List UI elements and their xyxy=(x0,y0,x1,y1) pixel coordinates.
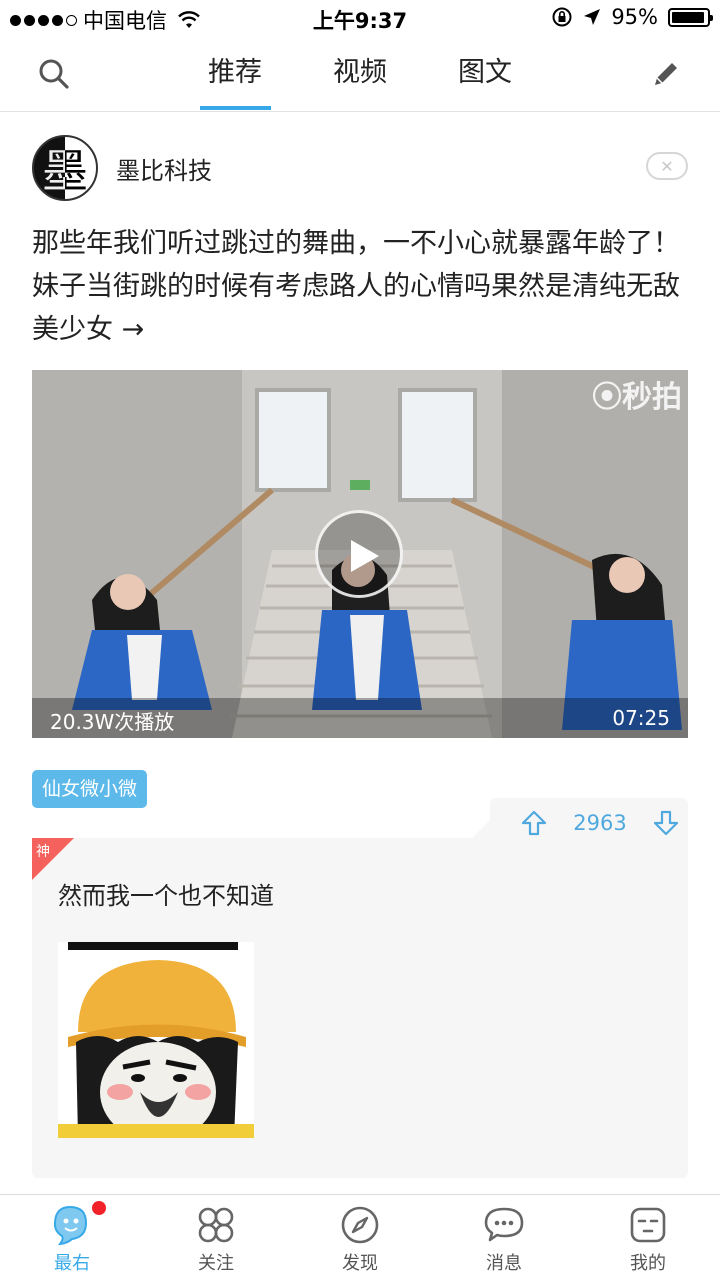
close-icon: ✕ xyxy=(660,156,674,176)
post-title[interactable]: 那些年我们听过跳过的舞曲，一不小心就暴露年龄了！妹子当街跳的时候有考虑路人的心情… xyxy=(32,222,692,351)
post-author[interactable]: 墨 墨比科技 xyxy=(32,135,212,201)
play-button[interactable] xyxy=(315,510,403,598)
bottom-tab-zuiyou[interactable]: 最右 xyxy=(0,1195,144,1280)
bottom-tab-messages[interactable]: 消息 xyxy=(432,1195,576,1280)
tab-recommend[interactable]: 推荐 xyxy=(173,36,298,110)
bottom-tab-label: 最右 xyxy=(54,1253,90,1274)
bottom-tab-label: 消息 xyxy=(486,1253,522,1274)
location-arrow-icon xyxy=(584,9,601,25)
video-watermark: ⦿秒拍 xyxy=(592,380,682,415)
battery-icon xyxy=(668,7,713,27)
battery-fill xyxy=(672,11,705,23)
notification-dot xyxy=(92,1201,106,1215)
bottom-tab-bar: 最右 关注 发现 消息 我的 xyxy=(0,1194,720,1280)
vote-count: 2963 xyxy=(573,811,627,835)
tab-image-text[interactable]: 图文 xyxy=(423,36,548,110)
face-icon xyxy=(630,1207,666,1243)
comment-text[interactable]: 然而我一个也不知道 xyxy=(58,876,274,911)
bottom-tab-label: 发现 xyxy=(342,1253,378,1274)
video-info-bar: 20.3W次播放 07:25 xyxy=(32,698,688,738)
meme-image[interactable] xyxy=(58,942,254,1138)
tab-video[interactable]: 视频 xyxy=(298,36,423,110)
top-nav: 推荐 视频 图文 xyxy=(0,36,720,112)
bottom-tab-label: 我的 xyxy=(630,1253,666,1274)
rotation-lock-icon xyxy=(552,7,572,27)
comment-votes: 2963 xyxy=(520,806,680,840)
battery-percent: 95% xyxy=(611,5,658,29)
bottom-tab-label: 关注 xyxy=(198,1253,234,1274)
zuiyou-logo-icon xyxy=(53,1205,88,1246)
downvote-arrow-icon[interactable] xyxy=(652,809,680,837)
bottom-tab-follow[interactable]: 关注 xyxy=(144,1195,288,1280)
chat-bubble-icon xyxy=(484,1207,524,1242)
upvote-arrow-icon[interactable] xyxy=(520,809,548,837)
status-right: 95% xyxy=(551,5,713,29)
author-name[interactable]: 墨比科技 xyxy=(116,151,212,186)
god-badge-label: 神 xyxy=(36,844,50,860)
compass-icon xyxy=(341,1206,379,1244)
bottom-tab-discover[interactable]: 发现 xyxy=(288,1195,432,1280)
video-duration: 07:25 xyxy=(612,706,670,730)
topic-tag[interactable]: 仙女微小微 xyxy=(32,770,148,808)
vote-tab-notch xyxy=(470,818,492,840)
pencil-icon[interactable] xyxy=(648,56,684,92)
avatar-glyph: 墨 xyxy=(42,144,88,198)
status-bar: 中国电信 上午9:37 95% xyxy=(0,0,720,36)
video-player[interactable]: ⦿秒拍 20.3W次播放 07:25 xyxy=(32,370,688,738)
bottom-tab-me[interactable]: 我的 xyxy=(576,1195,720,1280)
feed-tabs: 推荐 视频 图文 xyxy=(0,36,720,110)
avatar[interactable]: 墨 xyxy=(32,135,98,201)
grid-icon xyxy=(198,1207,234,1243)
dismiss-post-button[interactable]: ✕ xyxy=(646,152,688,180)
play-count: 20.3W次播放 xyxy=(50,710,175,734)
